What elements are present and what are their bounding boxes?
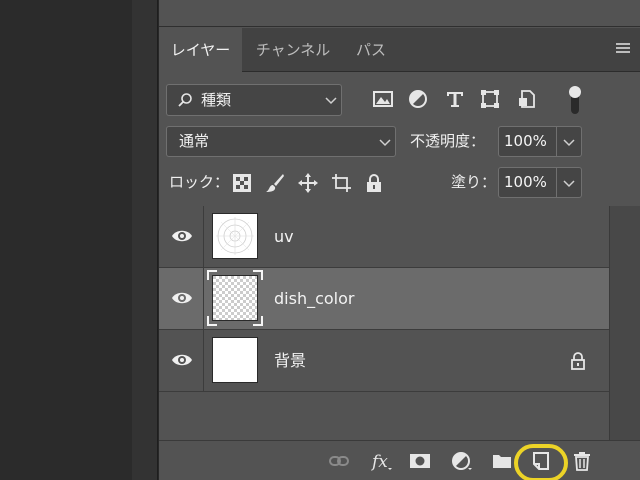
panel-top-strip <box>159 0 640 27</box>
layer-filter-select[interactable]: 種類 <box>166 84 342 116</box>
annotation-highlight <box>514 444 568 480</box>
pixel-layer-filter-icon[interactable] <box>372 88 394 110</box>
layer-name: 背景 <box>274 351 307 370</box>
visibility-toggle[interactable] <box>159 268 204 329</box>
lock-transparent-pixels-icon[interactable] <box>232 173 252 193</box>
layer-row[interactable]: 背景 <box>159 330 609 392</box>
lock-icon[interactable] <box>570 352 586 370</box>
visibility-toggle[interactable] <box>159 330 204 391</box>
blend-mode-select[interactable]: 通常 <box>166 126 396 157</box>
search-icon <box>178 93 192 107</box>
selection-corners <box>207 270 263 326</box>
chevron-down-icon <box>325 97 337 105</box>
layer-thumbnail <box>212 337 258 383</box>
fill-dropdown[interactable] <box>557 167 582 198</box>
opacity-label: 不透明度： <box>410 132 486 150</box>
lock-position-icon[interactable] <box>298 173 318 193</box>
type-filter-icon[interactable] <box>444 88 466 110</box>
shape-filter-icon[interactable] <box>479 88 501 110</box>
visibility-toggle[interactable] <box>159 206 204 267</box>
tab-channels[interactable]: チャンネル <box>245 28 341 72</box>
tab-layers[interactable]: レイヤー <box>159 28 242 73</box>
opacity-input[interactable]: 100% <box>498 126 557 157</box>
adjustment-filter-icon[interactable] <box>407 88 429 110</box>
layer-name: uv <box>274 227 294 246</box>
layers-panel: レイヤー チャンネル パス 種類 通常 不透明度： 100% ロック： 塗り： … <box>159 0 640 480</box>
layer-row[interactable]: dish_color <box>159 268 609 330</box>
adjustment-icon[interactable] <box>451 451 473 471</box>
fx-icon[interactable]: fx <box>371 451 393 471</box>
blend-mode-label: 通常 <box>179 132 210 150</box>
lock-artboard-icon[interactable] <box>331 173 351 193</box>
layer-name: dish_color <box>274 289 355 308</box>
layer-thumbnail <box>212 213 258 259</box>
link-icon[interactable] <box>328 451 350 471</box>
panel-menu-icon[interactable] <box>616 43 630 55</box>
chevron-down-icon <box>563 139 575 147</box>
canvas-area <box>0 0 132 480</box>
svg-text:fx: fx <box>371 452 388 471</box>
layer-list: uv dish_color 背景 <box>159 206 609 392</box>
lock-label: ロック： <box>169 173 230 191</box>
smart-object-filter-icon[interactable] <box>516 88 538 110</box>
eye-icon <box>172 354 192 366</box>
layer-list-scrollbar[interactable] <box>609 206 640 440</box>
filter-toggle-switch[interactable] <box>568 84 582 116</box>
chevron-down-icon <box>563 180 575 188</box>
layers-bottom-toolbar: fx <box>159 440 640 480</box>
mask-icon[interactable] <box>409 451 431 471</box>
fill-label: 塗り： <box>451 173 497 191</box>
chevron-down-icon <box>379 139 391 147</box>
fill-input[interactable]: 100% <box>498 167 557 198</box>
tab-paths[interactable]: パス <box>345 28 397 72</box>
panel-gutter <box>132 0 158 480</box>
filter-kind-label: 種類 <box>201 91 232 109</box>
panel-tabbar: レイヤー チャンネル パス <box>159 28 640 73</box>
lock-all-icon[interactable] <box>364 173 384 193</box>
trash-icon[interactable] <box>571 451 593 471</box>
eye-icon <box>172 230 192 242</box>
opacity-dropdown[interactable] <box>557 126 582 157</box>
lock-image-pixels-icon[interactable] <box>265 173 285 193</box>
folder-icon[interactable] <box>491 451 513 471</box>
eye-icon <box>172 292 192 304</box>
layer-row[interactable]: uv <box>159 206 609 268</box>
